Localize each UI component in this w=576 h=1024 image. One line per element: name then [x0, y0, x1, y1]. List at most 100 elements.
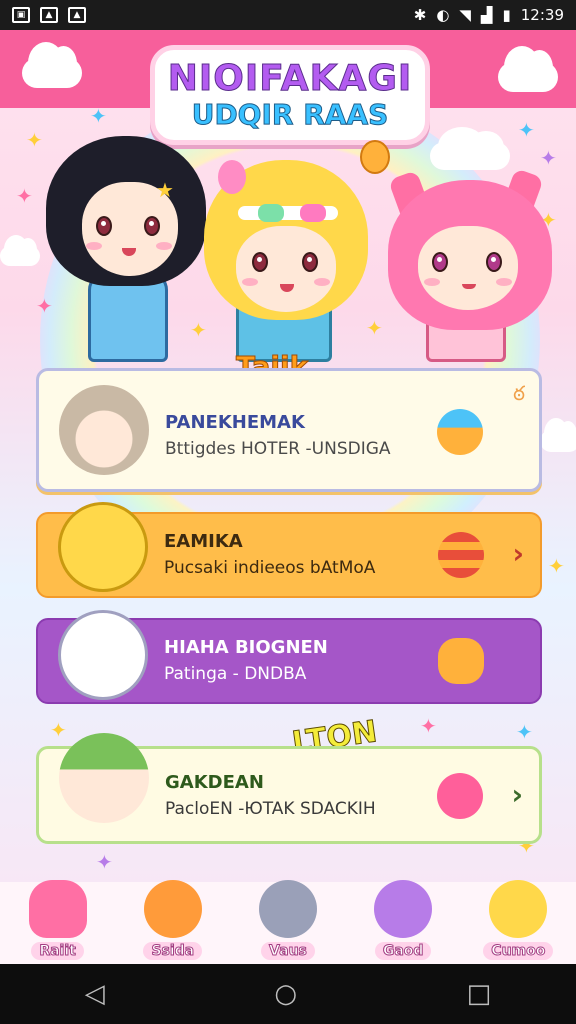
character-eye	[486, 252, 502, 272]
bow-icon: ఠ	[513, 381, 525, 405]
jelly-icon	[28, 880, 87, 938]
fox-icon	[143, 880, 202, 938]
card-text: GAKDEAN PacloEN -ЮTAK SDACKIH	[165, 771, 376, 821]
sparkle-icon: ✦	[516, 720, 533, 744]
star-hairpin-icon: ★	[156, 178, 174, 202]
sparkle-icon: ✦	[190, 318, 207, 342]
card-title: PANEKHEMAK	[165, 412, 305, 433]
tab-ssida[interactable]: Ssida	[123, 876, 223, 960]
character-blush	[86, 242, 102, 250]
bow-icon	[258, 204, 284, 222]
list-item[interactable]: HIAHA BIOGNEN Patinga - DNDBA	[36, 610, 542, 704]
berry-icon	[437, 773, 483, 819]
image-icon: ▲	[40, 7, 58, 23]
character-blush	[496, 278, 512, 286]
balloon-icon	[360, 140, 390, 174]
chevron-right-icon[interactable]: ›	[512, 540, 524, 568]
card-subtitle: Patinga - DNDBA	[164, 664, 307, 684]
cat-icon	[258, 880, 317, 938]
character-blush	[314, 278, 330, 286]
sparkle-icon: ✦	[36, 294, 53, 318]
character-blush	[242, 278, 258, 286]
tab-gaod[interactable]: Gaod	[353, 876, 453, 960]
avatar	[58, 610, 148, 700]
list-item[interactable]: PANEKHEMAK Bttigdes HOTER -UNSDIGA ఠ	[36, 368, 542, 492]
sparkle-icon: ✦	[548, 554, 565, 578]
card-subtitle: PacloEN -ЮTAK SDACKIH	[165, 799, 376, 819]
character-blush	[156, 242, 172, 250]
list-item[interactable]: GAKDEAN PacloEN -ЮTAK SDACKIH ›	[36, 733, 542, 844]
tab-vaus[interactable]: Vaus	[238, 876, 338, 960]
card-text: HIAHA BIOGNEN Patinga - DNDBA	[164, 636, 328, 686]
yellow-cat-icon	[489, 880, 548, 938]
character-eye	[302, 252, 318, 272]
character-eye	[96, 216, 112, 236]
sync-icon: ◐	[436, 6, 450, 24]
app-title: NIOIFAKAGI UDQIR RAAS	[150, 45, 430, 145]
avatar	[59, 733, 149, 823]
tab-raiit[interactable]: Raiit	[8, 876, 108, 960]
vibrate-icon: ✱	[413, 6, 427, 24]
character-face	[418, 226, 518, 310]
signal-icon: ▟	[480, 6, 493, 24]
sparkle-icon: ✦	[420, 714, 437, 738]
tab-label: Gaod	[374, 942, 432, 960]
character-eye	[432, 252, 448, 272]
avatar	[59, 385, 149, 475]
image-icon: ▣	[12, 7, 30, 23]
card-title: EAMIKA	[164, 531, 243, 552]
avatar	[58, 502, 148, 592]
status-bar: ▣ ▲ ▲ ✱ ◐ ◥ ▟ ▮ 12:39	[0, 0, 576, 30]
egg-icon	[437, 409, 483, 455]
bottom-tab-bar: Raiit Ssida Vaus Gaod Cumoo	[0, 880, 576, 964]
tab-label: Ssida	[143, 942, 203, 960]
cloud-decoration	[498, 45, 558, 92]
image-icon: ▲	[68, 7, 86, 23]
cloud-decoration	[540, 417, 576, 452]
sparkle-icon: ✦	[50, 718, 67, 742]
title-line-2: UDQIR RAAS	[191, 98, 389, 131]
title-line-1: NIOIFAKAGI	[167, 58, 413, 99]
fruit-icon	[438, 532, 484, 578]
character-mouth	[462, 284, 476, 289]
battery-icon: ▮	[502, 6, 511, 24]
status-right: ✱ ◐ ◥ ▟ ▮ 12:39	[414, 6, 564, 24]
character-mouth	[122, 248, 136, 256]
tab-label: Raiit	[31, 942, 84, 960]
sparkle-icon: ✦	[26, 128, 43, 152]
card-subtitle: Bttigdes HOTER -UNSDIGA	[165, 439, 391, 459]
character-face	[236, 226, 336, 312]
bear-icon	[438, 638, 484, 684]
character-mouth	[280, 284, 294, 292]
sparkle-icon: ✦	[90, 104, 107, 128]
cloud-decoration	[430, 126, 510, 170]
balloon-icon	[218, 160, 246, 194]
character-eye	[144, 216, 160, 236]
sparkle-icon: ✦	[96, 850, 113, 874]
card-text: PANEKHEMAK Bttigdes HOTER -UNSDIGA	[165, 411, 391, 461]
card-subtitle: Pucsaki indieeos bAtMoA	[164, 558, 376, 578]
card-title: HIAHA BIOGNEN	[164, 637, 328, 658]
status-time: 12:39	[520, 6, 564, 24]
cloud-decoration	[0, 235, 40, 266]
bow-icon	[300, 204, 326, 222]
list-item[interactable]: EAMIKA Pucsaki indieeos bAtMoA ›	[36, 502, 542, 598]
sparkle-icon: ✦	[540, 146, 557, 170]
tab-cumoo[interactable]: Cumoo	[468, 876, 568, 960]
cloud-decoration	[22, 41, 82, 88]
wifi-icon: ◥	[459, 6, 471, 24]
character-blush	[424, 278, 440, 286]
recents-button[interactable]: □	[467, 979, 492, 1009]
home-button[interactable]: ○	[274, 979, 297, 1009]
sparkle-icon: ✦	[366, 316, 383, 340]
back-button[interactable]: ◁	[85, 979, 105, 1009]
character-eye	[252, 252, 268, 272]
status-left: ▣ ▲ ▲	[12, 7, 86, 23]
sparkle-icon: ✦	[518, 118, 535, 142]
card-text: EAMIKA Pucsaki indieeos bAtMoA	[164, 530, 375, 580]
tab-label: Cumoo	[483, 942, 554, 960]
chevron-right-icon[interactable]: ›	[511, 781, 523, 809]
sparkle-icon: ✦	[16, 184, 33, 208]
purple-cat-icon	[374, 880, 433, 938]
system-nav-bar: ◁ ○ □	[0, 964, 576, 1024]
